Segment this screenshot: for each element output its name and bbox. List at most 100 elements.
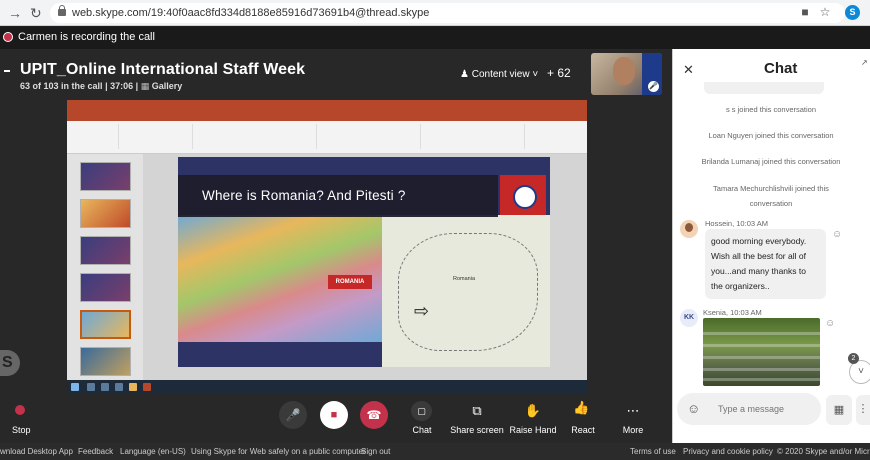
romania-border [398,233,538,351]
romania-map-label: Romania [453,276,476,282]
slide-thumbnail-selected [80,310,131,339]
video-toggle-button[interactable]: ■ [320,401,348,429]
photo-detail [703,332,820,335]
system-message: s s joined this conversation [725,105,817,114]
react-smile-icon[interactable]: ☺ [825,318,835,329]
romania-tag: ROMANIA [328,275,372,289]
menu-icon[interactable] [4,70,10,72]
safety-link[interactable]: Using Skype for Web safely on a public c… [191,447,366,456]
feedback-link[interactable]: Feedback [78,447,113,456]
browser-toolbar: → ↻ web.skype.com/19:40f0aac8fd334d8188e… [0,0,870,26]
self-video[interactable]: 🎤 [591,53,662,95]
slide-thumbnail [80,236,131,265]
photo-detail [703,368,820,371]
raise-hand-label: Raise Hand [509,425,557,435]
taskbar-icon [101,383,109,391]
react-smile-icon[interactable]: ☺ [832,229,842,240]
powerpoint-ribbon [67,121,587,154]
message-line: Wish all the best for all of [711,251,806,261]
forward-icon[interactable]: → [8,5,22,21]
chevron-down-icon: ˅ [532,69,539,80]
mute-button[interactable]: 🎤 [279,401,307,429]
romania-map [382,215,550,367]
previous-message-bubble [704,82,824,94]
more-button[interactable]: ⋯ More [603,401,663,435]
message-sender: Ksenia, 10:03 AM [703,308,762,317]
participant-summary: 63 of 103 in the call [20,81,103,91]
message-line: good morning everybody. [711,236,807,246]
stop-recording-label[interactable]: Stop [12,425,31,435]
powerpoint-titlebar [67,100,587,112]
terms-link[interactable]: Terms of use [630,447,676,456]
ribbon-group [123,124,193,149]
mic-icon: 🎤 [648,81,659,92]
star-icon[interactable]: ☆ [817,4,833,20]
message-input[interactable] [718,404,813,414]
download-desktop-link[interactable]: wnload Desktop App [0,447,73,456]
stop-recording-icon[interactable] [15,405,25,415]
camera-icon[interactable]: ■ [797,4,813,20]
powerpoint-tabs [67,112,587,121]
slide-thumbnail [80,347,131,376]
slide-thumbnail [80,162,131,191]
call-subtitle: 63 of 103 in the call | 37:06 | ▦ Galler… [20,81,182,92]
chat-title: Chat [764,60,798,77]
privacy-link[interactable]: Privacy and cookie policy [683,447,773,456]
hand-icon: ✋ [524,403,542,418]
shared-screen: ROMANIA Romania ⇨ Where is Romania? And … [67,100,587,394]
slide-caption-strip [184,342,382,367]
popout-icon[interactable]: ↗ [861,58,868,67]
taskbar-icon [129,383,137,391]
chat-icon[interactable]: ▢ [411,401,432,421]
more-label: More [622,425,644,435]
shared-photo[interactable] [703,318,820,386]
slide-thumbnail [80,273,131,302]
more-icon[interactable]: ⋮ [856,395,870,425]
photo-detail [703,356,820,359]
ribbon-group [69,124,119,149]
thumbs-up-icon[interactable]: 👍 [573,400,589,416]
close-icon[interactable]: ✕ [683,62,694,78]
system-message: Brilanda Lumanaj joined this conversatio… [701,157,841,166]
slide-thumbnail [80,199,131,228]
recording-icon [3,32,13,42]
slide-title: Where is Romania? And Pitesti ? [202,188,406,203]
sign-out-link[interactable]: Sign out [361,447,390,456]
photo-detail [703,378,820,381]
start-icon [71,383,79,391]
skype-extension-icon[interactable]: S [845,5,860,20]
system-message: conversation [749,199,793,208]
address-bar[interactable]: web.skype.com/19:40f0aac8fd334d8188e8591… [50,3,845,23]
content-view-button[interactable]: ♟ Content view ˅ [460,69,538,80]
system-message: Tamara Mechurchlishvili joined this [713,184,829,193]
ribbon-group [321,124,421,149]
copyright-text: © 2020 Skype and/or Microso [777,447,870,456]
add-participants-button[interactable]: + 62 [547,66,571,80]
call-duration: 37:06 [110,81,134,91]
reload-icon[interactable]: ↻ [30,5,42,21]
url-text: web.skype.com/19:40f0aac8fd334d8188e8591… [72,7,430,19]
separator: | [135,81,139,91]
language-link[interactable]: Language (en-US) [120,447,186,456]
message-line: the organizers.. [711,281,770,291]
emoji-icon[interactable]: ☺ [687,401,700,416]
slide-thumbnails [67,154,143,380]
share-screen-button[interactable]: ⧉ Share screen [447,401,507,435]
avatar[interactable] [680,220,698,238]
message-bubble[interactable]: good morning everybody. Wish all the bes… [705,229,826,299]
university-logo [500,175,546,215]
share-screen-icon: ⧉ [472,403,482,418]
gallery-icon[interactable]: ▦ [826,395,852,425]
taskbar-icon [143,383,151,391]
participant-face [613,57,635,85]
person-icon: ♟ [460,69,469,80]
chat-button-label[interactable]: Chat [392,425,452,435]
end-call-button[interactable]: ☎ [360,401,388,429]
arrow-icon: ⇨ [414,301,430,321]
unread-count-badge: 2 [848,353,859,364]
ribbon-group [425,124,525,149]
ribbon-group [197,124,317,149]
slide: ROMANIA Romania ⇨ Where is Romania? And … [178,157,550,367]
avatar[interactable]: KK [680,309,698,327]
gallery-link[interactable]: Gallery [152,81,183,91]
